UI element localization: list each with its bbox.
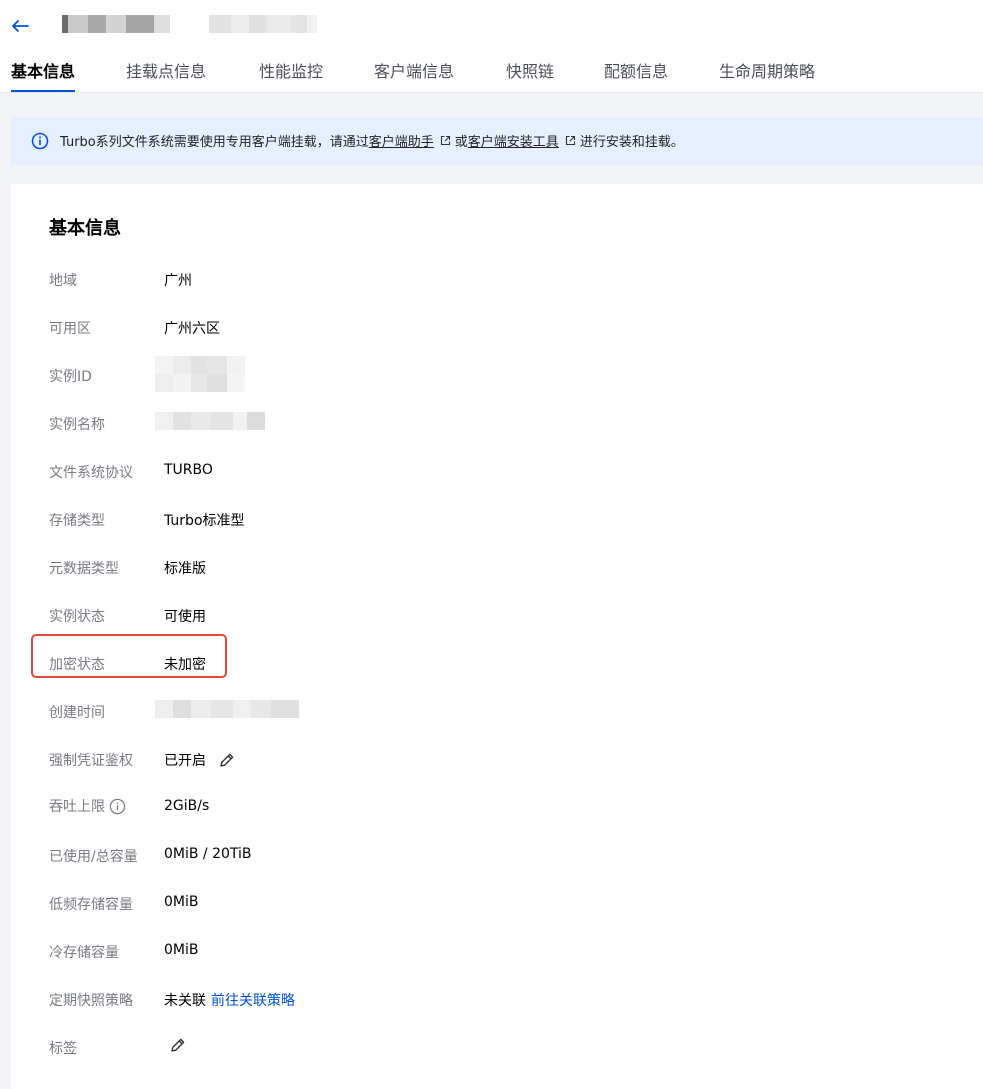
throughput-value: 2GiB/s bbox=[164, 798, 210, 814]
snapshot-policy-value: 未关联 前往关联策略 bbox=[164, 990, 295, 1010]
instance-status-label: 实例状态 bbox=[49, 609, 105, 625]
zone-value: 广州六区 bbox=[164, 321, 220, 337]
tab-lifecycle-policy[interactable]: 生命周期策略 bbox=[719, 58, 815, 92]
row-metadata-type: 元数据类型 标准版 bbox=[49, 554, 649, 578]
metadata-type-label: 元数据类型 bbox=[49, 561, 119, 577]
row-instance-name: 实例名称 bbox=[49, 410, 649, 434]
row-protocol: 文件系统协议 TURBO bbox=[49, 458, 649, 482]
notice-text: Turbo系列文件系统需要使用专用客户端挂载，请通过 客户端助手 或 客户端安装… bbox=[60, 131, 684, 150]
row-region: 地域 广州 bbox=[49, 266, 649, 290]
external-link-icon bbox=[565, 135, 575, 146]
turbo-client-notice: Turbo系列文件系统需要使用专用客户端挂载，请通过 客户端助手 或 客户端安装… bbox=[11, 117, 983, 165]
region-value: 广州 bbox=[164, 273, 192, 289]
card-title: 基本信息 bbox=[49, 218, 121, 239]
instance-subtitle-redacted bbox=[209, 15, 317, 33]
zone-label: 可用区 bbox=[49, 321, 91, 337]
row-zone: 可用区 广州六区 bbox=[49, 314, 649, 338]
client-install-tool-link[interactable]: 客户端安装工具 bbox=[468, 131, 559, 150]
cold-capacity-value: 0MiB bbox=[164, 942, 199, 958]
row-instance-status: 实例状态 可使用 bbox=[49, 602, 649, 626]
info-circle-icon bbox=[31, 132, 49, 150]
row-instance-id: 实例ID bbox=[49, 356, 649, 392]
associate-policy-link[interactable]: 前往关联策略 bbox=[211, 990, 295, 1010]
row-tags: 标签 bbox=[49, 1034, 649, 1058]
row-throughput: 吞吐上限 2GiB/s bbox=[49, 794, 649, 818]
instance-title-redacted bbox=[62, 15, 170, 33]
top-bar: 基本信息 挂载点信息 性能监控 客户端信息 快照链 配额信息 生命周期策略 bbox=[0, 0, 983, 93]
instance-status-value: 可使用 bbox=[164, 609, 206, 625]
snapshot-policy-text: 未关联 bbox=[164, 993, 206, 1009]
instance-name-redacted bbox=[155, 412, 265, 448]
metadata-type-value: 标准版 bbox=[164, 561, 206, 577]
low-frequency-capacity-label: 低频存储容量 bbox=[49, 897, 133, 913]
protocol-label: 文件系统协议 bbox=[49, 465, 133, 481]
tab-mount-points[interactable]: 挂载点信息 bbox=[126, 58, 206, 92]
tab-snapshot-chain[interactable]: 快照链 bbox=[506, 58, 554, 92]
instance-id-label: 实例ID bbox=[49, 369, 92, 385]
region-label: 地域 bbox=[49, 273, 77, 289]
pencil-icon[interactable] bbox=[218, 751, 236, 769]
created-time-redacted bbox=[155, 700, 299, 736]
notice-suffix: 进行安装和挂载。 bbox=[579, 135, 684, 150]
tags-label: 标签 bbox=[49, 1041, 77, 1057]
notice-middle: 或 bbox=[454, 135, 468, 150]
created-time-label: 创建时间 bbox=[49, 705, 105, 721]
row-low-frequency-capacity: 低频存储容量 0MiB bbox=[49, 890, 649, 914]
low-frequency-capacity-value: 0MiB bbox=[164, 894, 199, 910]
tab-client-info[interactable]: 客户端信息 bbox=[374, 58, 454, 92]
storage-type-value: Turbo标准型 bbox=[164, 513, 245, 529]
protocol-value: TURBO bbox=[164, 462, 213, 478]
pencil-icon[interactable] bbox=[169, 1036, 187, 1054]
tags-value bbox=[169, 1036, 187, 1054]
tab-basic-info[interactable]: 基本信息 bbox=[11, 58, 76, 92]
instance-id-redacted bbox=[155, 356, 245, 392]
forced-auth-text: 已开启 bbox=[164, 753, 206, 769]
row-snapshot-policy: 定期快照策略 未关联 前往关联策略 bbox=[49, 986, 649, 1010]
forced-auth-label: 强制凭证鉴权 bbox=[49, 753, 133, 769]
info-circle-icon[interactable] bbox=[109, 798, 126, 815]
throughput-label-text: 吞吐上限 bbox=[49, 799, 105, 815]
external-link-icon bbox=[440, 135, 450, 146]
row-created-time: 创建时间 bbox=[49, 698, 649, 722]
instance-name-label: 实例名称 bbox=[49, 417, 105, 433]
capacity-value: 0MiB / 20TiB bbox=[164, 846, 252, 862]
notice-prefix: Turbo系列文件系统需要使用专用客户端挂载，请通过 bbox=[60, 135, 369, 150]
arrow-left-icon[interactable] bbox=[8, 12, 32, 40]
row-capacity: 已使用/总容量 0MiB / 20TiB bbox=[49, 842, 649, 866]
row-forced-auth: 强制凭证鉴权 已开启 bbox=[49, 746, 649, 770]
capacity-label: 已使用/总容量 bbox=[49, 849, 138, 865]
forced-auth-value: 已开启 bbox=[164, 750, 236, 770]
tab-quota-info[interactable]: 配额信息 bbox=[604, 58, 668, 92]
storage-type-label: 存储类型 bbox=[49, 513, 105, 529]
encryption-status-highlight bbox=[31, 634, 227, 678]
client-helper-link[interactable]: 客户端助手 bbox=[369, 131, 434, 150]
tab-performance-monitor[interactable]: 性能监控 bbox=[259, 58, 323, 92]
snapshot-policy-label: 定期快照策略 bbox=[49, 993, 133, 1009]
row-storage-type: 存储类型 Turbo标准型 bbox=[49, 506, 649, 530]
row-cold-capacity: 冷存储容量 0MiB bbox=[49, 938, 649, 962]
throughput-label: 吞吐上限 bbox=[49, 796, 126, 816]
cold-capacity-label: 冷存储容量 bbox=[49, 945, 119, 961]
